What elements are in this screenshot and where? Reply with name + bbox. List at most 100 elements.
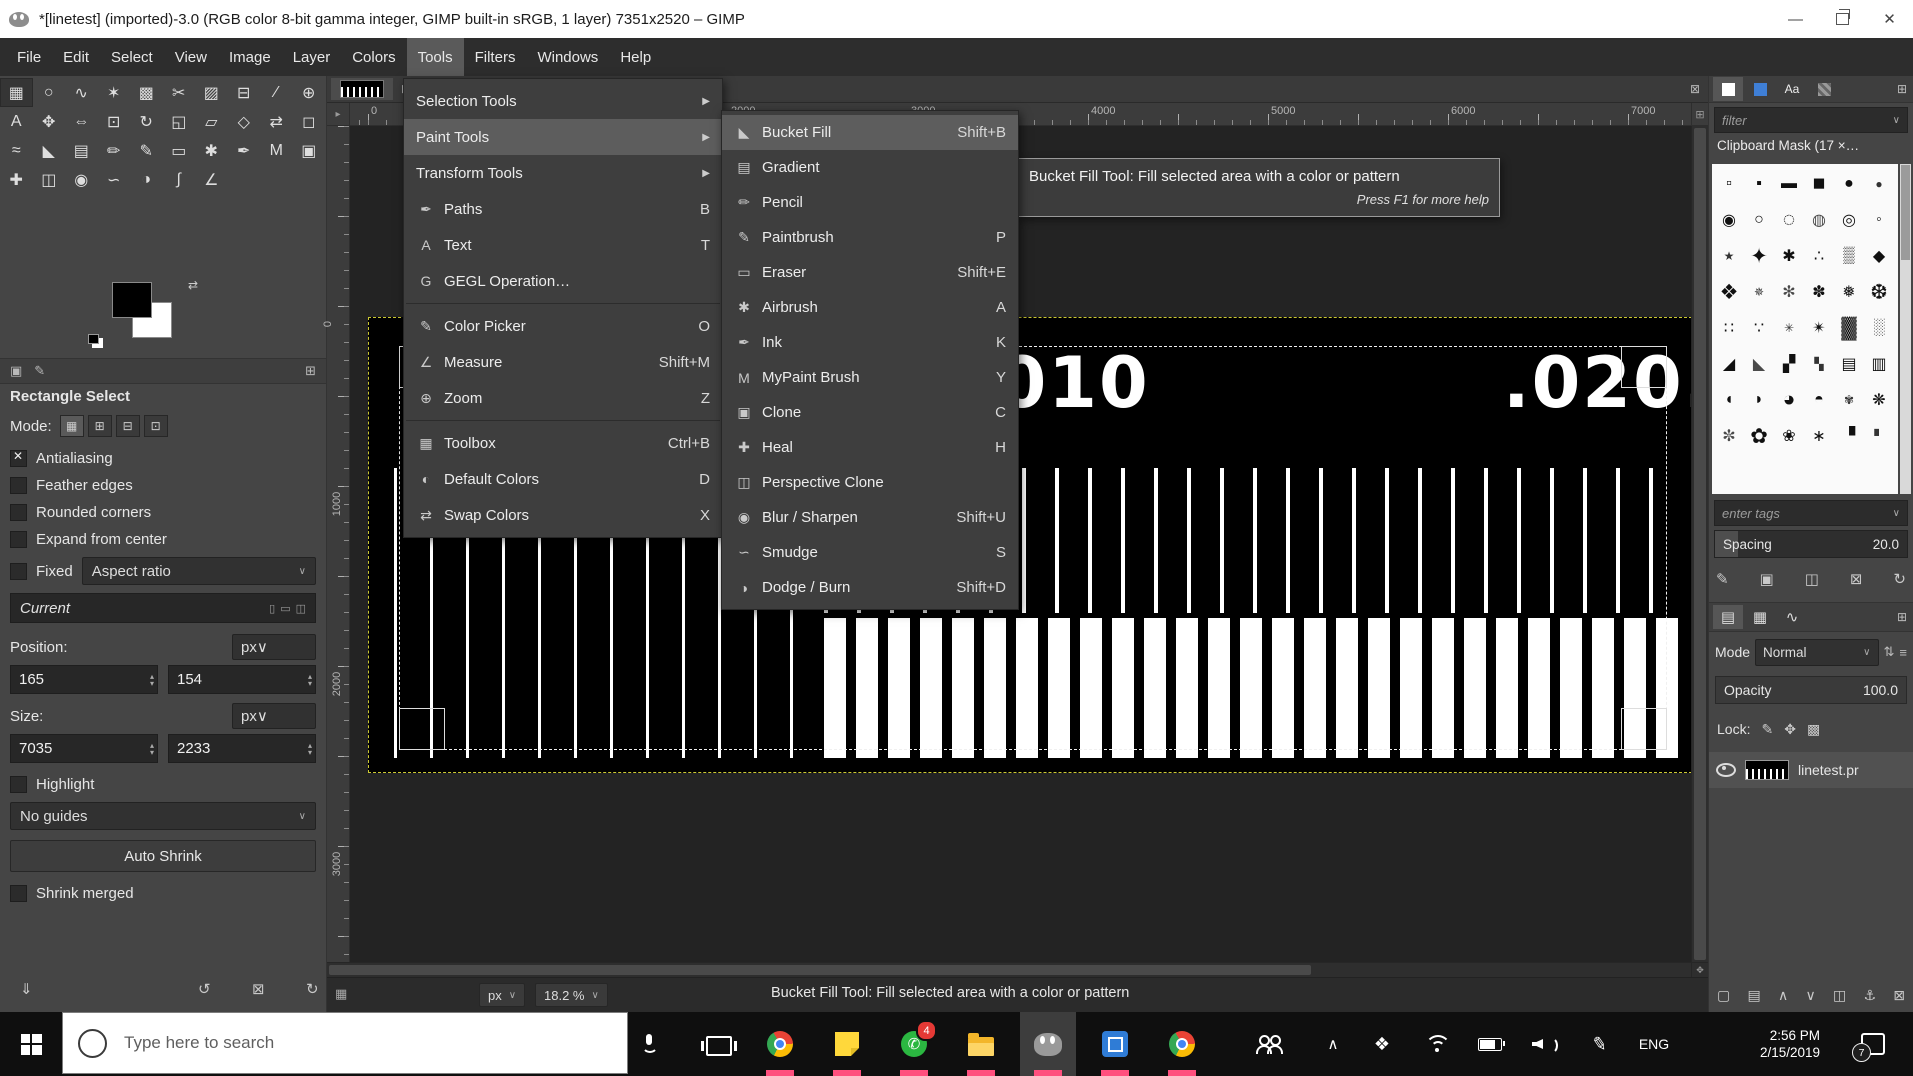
mode-intersect-button[interactable]: ⊡ — [143, 415, 168, 437]
spinner-arrows-icon[interactable]: ▴ ▾ — [150, 741, 154, 756]
brush-item[interactable]: ◣ — [1744, 346, 1774, 382]
tool-dodge-burn[interactable]: ◑ — [130, 165, 163, 194]
tool-paths[interactable]: ∫ — [163, 165, 196, 194]
brush-item[interactable]: ★ — [1714, 238, 1744, 274]
dock-menu-icon[interactable]: ⊞ — [1897, 610, 1909, 624]
close-button[interactable]: ✕ — [1866, 0, 1913, 38]
menubar-view[interactable]: View — [164, 38, 218, 76]
horizontal-scrollbar[interactable] — [327, 963, 1691, 977]
fixed-value-field[interactable]: Current ▯ ▭ ◫ — [10, 593, 316, 623]
layer-row[interactable]: linetest.pr — [1709, 752, 1913, 788]
selection-handle-bottom-left[interactable] — [399, 708, 445, 750]
brush-item[interactable]: ✻ — [1774, 274, 1804, 310]
brush-item[interactable]: ∷ — [1714, 310, 1744, 346]
menubar-help[interactable]: Help — [609, 38, 662, 76]
selection-handle-bottom-right[interactable] — [1621, 708, 1667, 750]
duplicate-brush-icon[interactable]: ◫ — [1805, 570, 1819, 588]
tool-measure[interactable]: ∠ — [195, 165, 228, 194]
brush-item[interactable]: ◢ — [1714, 346, 1744, 382]
taskbar-chrome-profile[interactable] — [1154, 1012, 1210, 1076]
menu-item-swap-colors[interactable]: ⇄ Swap Colors X — [404, 497, 722, 533]
save-tool-preset-icon[interactable]: ⇓ — [20, 980, 33, 998]
tool-eraser[interactable]: ▭ — [163, 136, 196, 165]
brush-item[interactable]: ◗ — [1744, 382, 1774, 418]
tool-smudge[interactable]: ∽ — [98, 165, 131, 194]
mode-menu-icon[interactable]: ≡ — [1899, 645, 1907, 660]
brush-item[interactable]: ✵ — [1744, 274, 1774, 310]
tab-fonts[interactable]: Aa — [1777, 77, 1807, 101]
taskbar-blue-window-app[interactable] — [1087, 1012, 1143, 1076]
menubar-layer[interactable]: Layer — [282, 38, 342, 76]
tab-gradients[interactable] — [1809, 77, 1839, 101]
tool-cage-transform[interactable]: ◻ — [293, 107, 326, 136]
mode-replace-button[interactable]: ▦ — [59, 415, 84, 437]
dock-menu-icon[interactable]: ⊞ — [1897, 82, 1909, 96]
menubar-file[interactable]: File — [6, 38, 52, 76]
brush-item[interactable]: ■ — [1804, 166, 1834, 202]
brush-item[interactable]: ▫ — [1714, 166, 1744, 202]
delete-layer-icon[interactable]: ⊠ — [1893, 987, 1905, 1004]
new-group-icon[interactable]: ▤ — [1747, 987, 1760, 1004]
language-indicator[interactable]: ENG — [1630, 1012, 1678, 1076]
brush-item[interactable]: ❀ — [1774, 418, 1804, 454]
brush-item[interactable]: ● — [1864, 166, 1894, 202]
tool-free-select[interactable]: ∿ — [65, 78, 98, 107]
tool-heal[interactable]: ✚ — [0, 165, 33, 194]
menu-item-paintbrush[interactable]: ✎ Paintbrush P — [722, 220, 1018, 255]
visibility-eye-icon[interactable] — [1716, 763, 1736, 777]
fixed-mode-dropdown[interactable]: Aspect ratio ∨ — [81, 557, 316, 585]
shrink-merged-checkbox[interactable]: Shrink merged — [10, 880, 316, 907]
tab-brushes[interactable] — [1713, 77, 1743, 101]
swap-colors-icon[interactable]: ⇄ — [188, 278, 198, 292]
tool-crop[interactable]: ⊟ — [228, 78, 261, 107]
dock-menu-icon[interactable]: ⊞ — [305, 363, 316, 379]
menu-item-paint-tools[interactable]: Paint Tools ▶ — [404, 119, 722, 155]
people-button[interactable] — [1250, 1012, 1290, 1076]
brush-item[interactable]: ✾ — [1834, 382, 1864, 418]
brush-item[interactable]: ▚ — [1804, 346, 1834, 382]
size-width-spinner[interactable]: 7035 ▴ ▾ — [10, 734, 158, 763]
position-y-spinner[interactable]: 154 ▴ ▾ — [168, 665, 316, 694]
brush-item[interactable]: ◎ — [1834, 202, 1864, 238]
brush-item[interactable]: ❆ — [1864, 274, 1894, 310]
brush-item[interactable]: ◉ — [1714, 202, 1744, 238]
menu-item-gradient[interactable]: ▤ Gradient — [722, 150, 1018, 185]
tool-pencil[interactable]: ✏ — [98, 136, 131, 165]
landscape-icon[interactable]: ▭ — [280, 602, 290, 615]
tool-foreground-select[interactable]: ▨ — [195, 78, 228, 107]
brush-item[interactable]: ░ — [1864, 310, 1894, 346]
windows-ink-button[interactable]: ✎ — [1580, 1012, 1620, 1076]
ruler-corner-button[interactable]: ▸ — [327, 103, 350, 125]
brush-item[interactable]: ◆ — [1864, 238, 1894, 274]
brush-item[interactable]: ✳ — [1774, 310, 1804, 346]
dock-menu-icon[interactable]: ⊠ — [1690, 82, 1704, 96]
brush-item[interactable]: ∴ — [1804, 238, 1834, 274]
minimize-button[interactable]: — — [1772, 0, 1819, 38]
dropbox-tray-button[interactable]: ❖ — [1362, 1012, 1402, 1076]
tool-scissors-select[interactable]: ✂ — [163, 78, 196, 107]
new-layer-icon[interactable]: ▢ — [1717, 987, 1730, 1004]
taskbar-sticky-notes[interactable] — [819, 1012, 875, 1076]
menu-item-bucket-fill[interactable]: ◣ Bucket Fill Shift+B — [722, 115, 1018, 150]
tool-ellipse-select[interactable]: ○ — [33, 78, 66, 107]
zoom-image-icon[interactable]: ⊞ — [1691, 103, 1708, 125]
brush-item[interactable]: ◓ — [1804, 382, 1834, 418]
tool-unified-transform[interactable]: ⊡ — [98, 107, 131, 136]
mode-switch-icon[interactable]: ⇅ — [1884, 644, 1895, 660]
unit-select[interactable]: px ∨ — [479, 983, 526, 1007]
menu-item-measure[interactable]: ∠ Measure Shift+M — [404, 344, 722, 380]
tool-ink[interactable]: ✒ — [228, 136, 261, 165]
tool-mypaint-brush[interactable]: M — [260, 136, 293, 165]
taskbar-search[interactable] — [62, 1012, 628, 1074]
brush-item[interactable]: ✼ — [1714, 418, 1744, 454]
brush-item[interactable]: ∵ — [1744, 310, 1774, 346]
menubar-image[interactable]: Image — [218, 38, 282, 76]
tool-zoom[interactable]: ⊕ — [293, 78, 326, 107]
lock-alpha-icon[interactable]: ▩ — [1807, 721, 1820, 738]
brush-item[interactable]: ◕ — [1774, 382, 1804, 418]
menu-item-zoom[interactable]: ⊕ Zoom Z — [404, 380, 722, 416]
spinner-arrows-icon[interactable]: ▴ ▾ — [308, 672, 312, 687]
horizontal-scrollbar-thumb[interactable] — [329, 965, 1312, 975]
vertical-scrollbar[interactable] — [1691, 126, 1708, 962]
image-tab[interactable] — [331, 78, 393, 100]
